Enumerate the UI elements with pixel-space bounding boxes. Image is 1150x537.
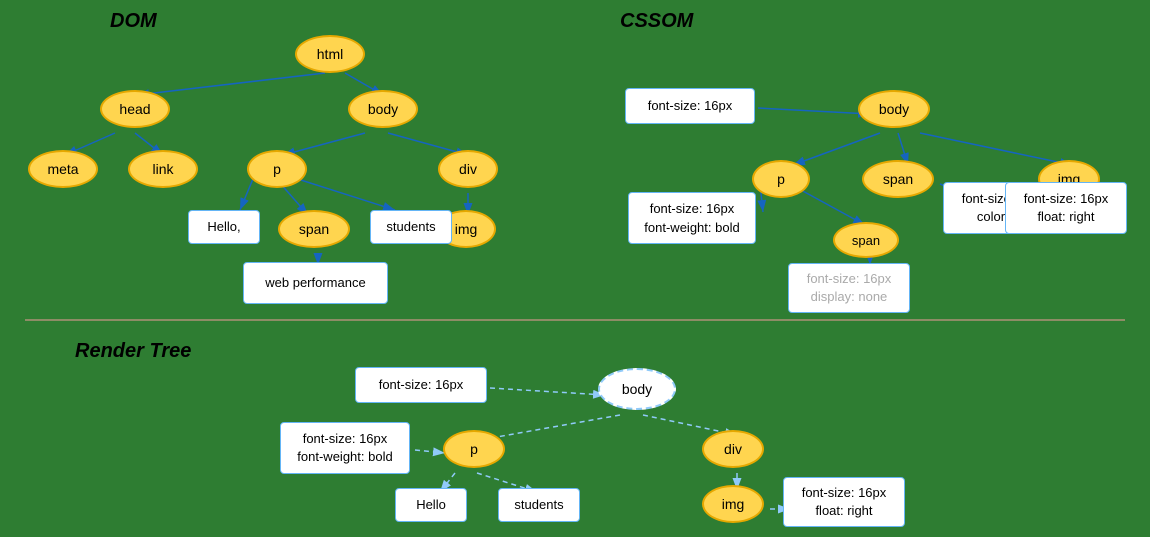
cssom-span-sub-style-box: font-size: 16pxdisplay: none: [788, 263, 910, 313]
dom-body-node: body: [348, 90, 418, 128]
rt-img-node: img: [702, 485, 764, 523]
dom-div-node: div: [438, 150, 498, 188]
rt-body-node: body: [598, 368, 676, 410]
cssom-img-style-box: font-size: 16pxfloat: right: [1005, 182, 1127, 234]
cssom-p-node: p: [752, 160, 810, 198]
cssom-span-inner-node: span: [833, 222, 899, 258]
cssom-span-node: span: [862, 160, 934, 198]
rt-p-node: p: [443, 430, 505, 468]
rt-p-style-box: font-size: 16pxfont-weight: bold: [280, 422, 410, 474]
dom-web-performance-box: web performance: [243, 262, 388, 304]
rt-img-style-box: font-size: 16pxfloat: right: [783, 477, 905, 527]
rt-div-node: div: [702, 430, 764, 468]
rt-body-style-box: font-size: 16px: [355, 367, 487, 403]
dom-head-node: head: [100, 90, 170, 128]
dom-students-box: students: [370, 210, 452, 244]
dom-p-node: p: [247, 150, 307, 188]
dom-span-node: span: [278, 210, 350, 248]
cssom-body-node: body: [858, 90, 930, 128]
arrows-svg: [0, 0, 1150, 537]
cssom-body-style-box: font-size: 16px: [625, 88, 755, 124]
rt-hello-box: Hello: [395, 488, 467, 522]
dom-meta-node: meta: [28, 150, 98, 188]
render-tree-label: Render Tree: [75, 340, 191, 363]
dom-hello-box: Hello,: [188, 210, 260, 244]
cssom-label: CSSOM: [620, 10, 693, 33]
rt-students-box: students: [498, 488, 580, 522]
dom-label: DOM: [110, 10, 157, 33]
diagram-container: DOM CSSOM Render Tree html head body met…: [0, 0, 1150, 537]
cssom-p-style-box: font-size: 16pxfont-weight: bold: [628, 192, 756, 244]
dom-html-node: html: [295, 35, 365, 73]
dom-link-node: link: [128, 150, 198, 188]
